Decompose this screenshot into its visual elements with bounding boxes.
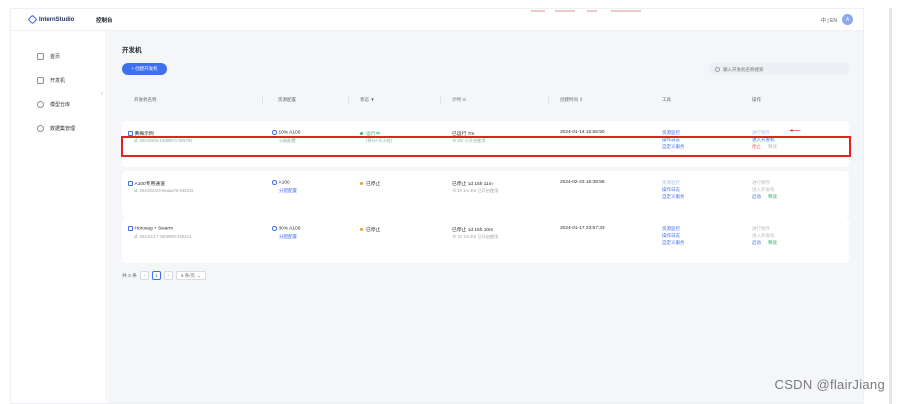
top-bar: InternStudio 控制台 中 | EN A	[11, 9, 863, 31]
gpu-config-link[interactable]: 分配配置	[279, 234, 297, 240]
sidebar-item-home[interactable]: 首页	[37, 53, 60, 60]
save-link[interactable]: 进行保存	[752, 226, 770, 232]
watermark: CSDN @flairJiang	[774, 377, 885, 392]
tool-custom-service-link[interactable]: 自定义服务	[662, 240, 685, 246]
app-window: InternStudio 控制台 中 | EN A 首页 开发机 模型仓库 数据…	[10, 8, 864, 404]
timer-detail: 节 1h 1m 4hr 已开启使用	[452, 234, 499, 239]
scrollbar[interactable]	[889, 8, 892, 404]
col-name: 开发机名称	[134, 97, 157, 102]
search-icon	[715, 66, 720, 72]
table-row: A100专用通道 id: 2024/02/23-9aaaa79-635232 A…	[122, 171, 849, 217]
gpu-spec: 10% A100	[278, 130, 301, 136]
start-link[interactable]: 启动	[752, 240, 761, 246]
model-icon	[37, 101, 44, 108]
gpu-icon	[272, 180, 277, 185]
col-resource: 资源配置	[278, 97, 296, 102]
devbox-id: id: 2024/1/17-3a09080-425212	[134, 234, 192, 239]
tool-monitor-link[interactable]: 资源监控	[662, 226, 680, 232]
col-actions: 操作	[752, 97, 761, 102]
col-status[interactable]: 状态 ▼	[360, 97, 375, 103]
save-link[interactable]: 进行保存	[752, 180, 770, 186]
tool-custom-service-link[interactable]: 自定义服务	[662, 194, 685, 200]
enter-devbox-link[interactable]: 进入开发机	[752, 233, 775, 239]
sidebar-item-label: 首页	[50, 54, 61, 60]
page-number[interactable]: 1	[151, 271, 161, 280]
devbox-icon	[37, 77, 44, 84]
tool-monitor-link[interactable]: 资源监控	[662, 180, 680, 186]
timer-value: 已停止 1d 15h 10m	[452, 228, 494, 233]
total-count: 共 3 条	[122, 274, 137, 279]
status-badge: 已停止	[366, 228, 381, 233]
status-dot	[360, 228, 363, 232]
status-dot	[360, 132, 363, 136]
page-size-select[interactable]: 5 条/页 ⌄	[175, 271, 206, 280]
table-row: Horovag + Swarm id: 2024/1/17-3a09080-42…	[122, 217, 849, 263]
gpu-spec: A100	[278, 180, 290, 186]
collapse-icon[interactable]: ‹	[101, 91, 103, 97]
sidebar: 首页 开发机 模型仓库 数据集管理 ‹	[11, 31, 107, 403]
gpu-config-link[interactable]: 分配配置	[279, 188, 297, 194]
checkbox-icon[interactable]	[128, 181, 133, 186]
status-dot	[360, 182, 363, 186]
sidebar-item-devbox[interactable]: 开发机	[37, 77, 65, 84]
timer-detail: 节 1h 1m 4hr 已开启使用	[452, 188, 499, 193]
tool-log-link[interactable]: 操作日志	[662, 233, 680, 239]
created-time: 2024-01-17 23:57:33	[560, 226, 605, 231]
status-badge: 已停止	[366, 182, 381, 187]
col-timer[interactable]: 计时 ⊙	[452, 97, 466, 103]
gpu-icon	[272, 130, 277, 135]
table-header: 开发机名称 资源配置 状态 ▼ 计时 ⊙ 创建时间 ⇕ 工具 操作	[122, 93, 849, 107]
dataset-icon	[37, 125, 44, 132]
language-switch[interactable]: 中 | EN	[821, 17, 837, 24]
gpu-spec: 30% A100	[278, 226, 301, 232]
created-time: 2024-02-23 15:38:56	[560, 180, 605, 185]
highlight-box	[121, 136, 851, 157]
prev-page-icon[interactable]: ‹	[139, 271, 149, 280]
home-icon	[37, 53, 44, 60]
checkbox-icon[interactable]	[128, 226, 133, 231]
col-tools: 工具	[662, 97, 671, 102]
col-created[interactable]: 创建时间 ⇕	[560, 97, 583, 103]
chevron-down-icon: ⌄	[196, 272, 201, 278]
arrow-annotation-icon	[789, 129, 801, 132]
sidebar-item-datasets[interactable]: 数据集管理	[37, 125, 75, 132]
avatar[interactable]: A	[842, 14, 853, 25]
created-time: 2024-01-14 15:56:50	[560, 130, 605, 135]
timer-value: 已停止 1d 15h 11m	[452, 182, 493, 187]
logo-icon	[27, 14, 38, 25]
search-box[interactable]	[709, 63, 849, 75]
sidebar-item-models[interactable]: 模型仓库	[37, 101, 70, 108]
release-link[interactable]: 释放	[768, 194, 777, 200]
devbox-id: id: 2024/02/23-9aaaa79-635232	[134, 188, 194, 193]
start-link[interactable]: 启动	[752, 194, 761, 200]
logo[interactable]: InternStudio	[27, 14, 75, 25]
create-devbox-button[interactable]: + 创建开发机	[122, 63, 167, 75]
search-input[interactable]	[723, 66, 843, 72]
sidebar-item-label: 模型仓库	[50, 102, 71, 108]
page-title: 开发机	[122, 47, 142, 54]
tool-log-link[interactable]: 操作日志	[662, 187, 680, 193]
sidebar-item-label: 开发机	[50, 78, 66, 84]
release-link[interactable]: 释放	[768, 240, 777, 246]
enter-devbox-link[interactable]: 进入开发机	[752, 187, 775, 193]
console-nav[interactable]: 控制台	[96, 16, 113, 24]
gpu-icon	[272, 226, 277, 231]
logo-text: InternStudio	[39, 16, 75, 23]
next-page-icon[interactable]: ›	[163, 271, 173, 280]
devbox-name[interactable]: A100专用通道	[135, 182, 165, 187]
main-content: 开发机 + 创建开发机 开发机名称 资源配置 状态 ▼ 计时 ⊙ 创建时间 ⇕ …	[108, 31, 863, 403]
page-size-value: 5 条/页	[180, 272, 195, 278]
pagination: 共 3 条 ‹ 1 › 5 条/页 ⌄	[122, 271, 206, 280]
devbox-name[interactable]: Horovag + Swarm	[135, 227, 174, 232]
top-decoration	[531, 10, 651, 12]
sidebar-item-label: 数据集管理	[50, 126, 76, 132]
